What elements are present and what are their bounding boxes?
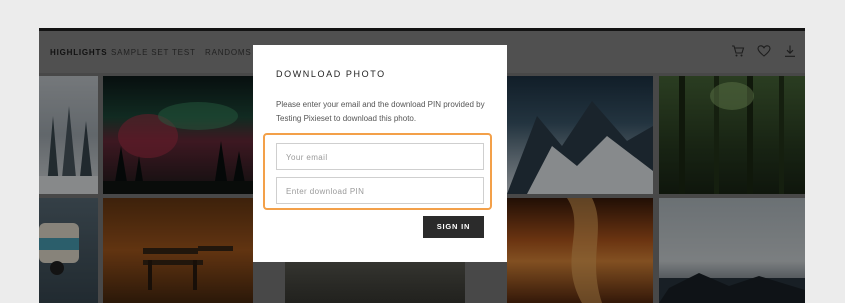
- pin-field[interactable]: Enter download PIN: [276, 177, 484, 204]
- email-placeholder: Your email: [286, 153, 328, 162]
- email-field[interactable]: Your email: [276, 143, 484, 170]
- pin-placeholder: Enter download PIN: [286, 187, 365, 196]
- modal-title: DOWNLOAD PHOTO: [276, 69, 386, 79]
- modal-description: Please enter your email and the download…: [276, 100, 485, 123]
- sign-in-button[interactable]: SIGN IN: [423, 216, 484, 238]
